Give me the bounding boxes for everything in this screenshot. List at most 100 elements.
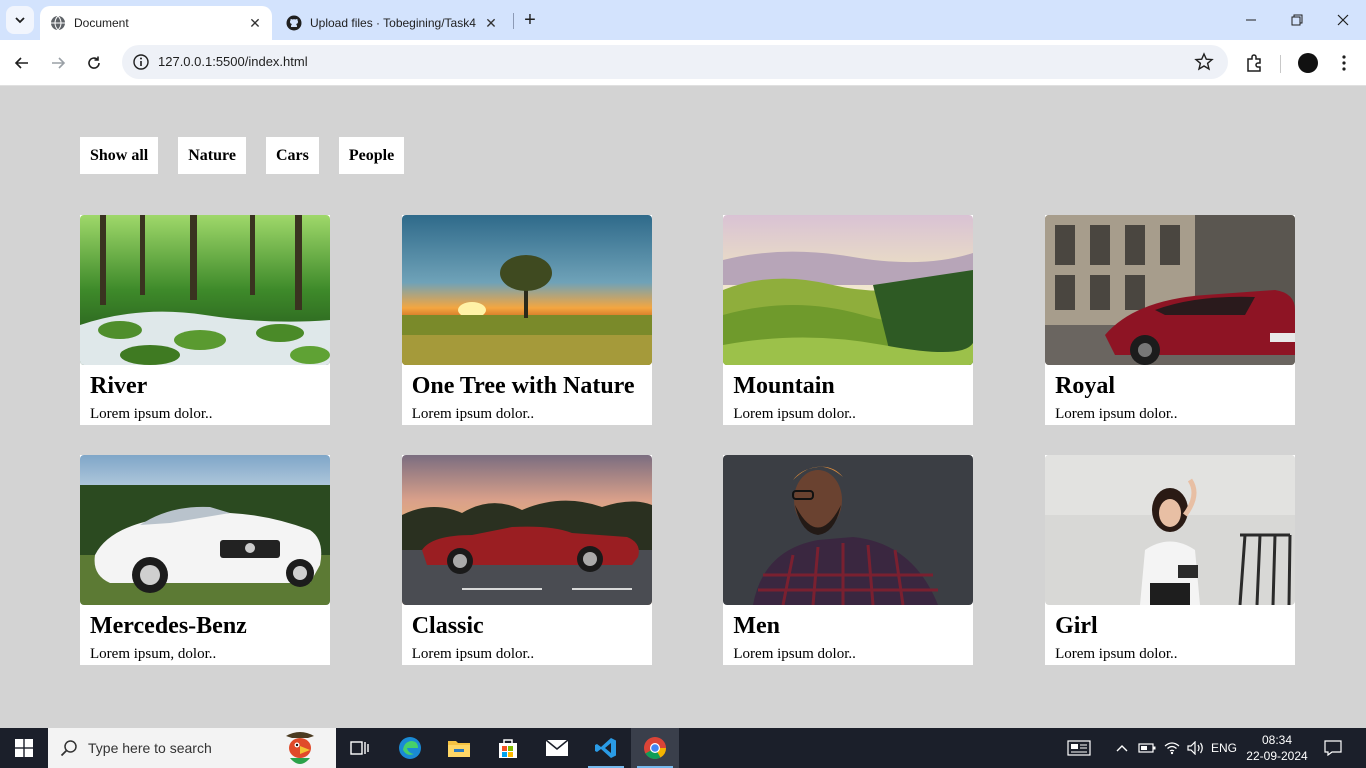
avatar-icon xyxy=(1298,53,1318,73)
news-widget-button[interactable] xyxy=(1062,728,1096,768)
github-icon xyxy=(286,15,302,31)
forward-button[interactable] xyxy=(44,49,72,77)
notification-icon xyxy=(1324,740,1342,756)
card-title: Mercedes-Benz xyxy=(90,613,247,639)
gallery-card[interactable]: Mountain Lorem ipsum dolor.. xyxy=(723,215,974,425)
tab-document[interactable]: Document ✕ xyxy=(40,6,272,40)
speaker-icon xyxy=(1187,741,1203,755)
chrome-app[interactable] xyxy=(631,728,679,768)
close-icon[interactable]: ✕ xyxy=(482,14,500,32)
red-sports-car-image xyxy=(1045,215,1296,365)
vscode-icon xyxy=(595,738,616,758)
edge-app[interactable] xyxy=(386,728,434,768)
network-status[interactable] xyxy=(1161,728,1183,768)
gallery-card[interactable]: Girl Lorem ipsum dolor.. xyxy=(1045,455,1296,665)
gallery-card[interactable]: One Tree with Nature Lorem ipsum dolor.. xyxy=(401,215,652,425)
red-classic-car-image xyxy=(401,455,652,605)
filter-bar: Show all Nature Cars People xyxy=(80,137,405,174)
close-window-button[interactable] xyxy=(1320,0,1366,40)
page-content: Show all Nature Cars People River Lorem … xyxy=(0,87,1366,728)
microsoft-store-app[interactable] xyxy=(484,728,532,768)
clock-date: 22-09-2024 xyxy=(1246,749,1308,763)
back-button[interactable] xyxy=(8,49,36,77)
card-title: Classic xyxy=(411,613,484,639)
task-view-button[interactable] xyxy=(336,728,384,768)
filter-show-all-button[interactable]: Show all xyxy=(80,137,159,174)
chevron-down-icon xyxy=(15,17,25,24)
globe-icon xyxy=(50,15,66,31)
clock-time: 08:34 xyxy=(1261,733,1293,747)
forest-river-image xyxy=(80,215,330,365)
volume-control[interactable] xyxy=(1185,728,1207,768)
show-hidden-icons-button[interactable] xyxy=(1112,728,1132,768)
card-description: Lorem ipsum dolor.. xyxy=(1055,646,1178,662)
search-icon xyxy=(60,740,77,757)
reload-button[interactable] xyxy=(80,49,108,77)
address-bar[interactable]: 127.0.0.1:5500/index.html xyxy=(122,45,1228,79)
card-description: Lorem ipsum dolor.. xyxy=(90,406,213,422)
system-clock[interactable]: 08:34 22-09-2024 xyxy=(1246,732,1308,764)
url-text: 127.0.0.1:5500/index.html xyxy=(158,54,308,69)
tab-search-button[interactable] xyxy=(6,6,34,34)
chrome-menu-button[interactable] xyxy=(1332,51,1356,75)
windows-icon xyxy=(15,739,33,757)
profile-avatar[interactable] xyxy=(1296,51,1320,75)
chrome-icon xyxy=(644,737,666,759)
filter-nature-button[interactable]: Nature xyxy=(178,137,246,174)
language-indicator[interactable]: ENG xyxy=(1210,728,1238,768)
parrot-icon xyxy=(286,732,314,764)
card-title: Royal xyxy=(1055,373,1116,399)
sunset-tree-image xyxy=(401,215,652,365)
minimize-button[interactable] xyxy=(1228,0,1274,40)
filter-cars-button[interactable]: Cars xyxy=(265,137,319,174)
task-view-icon xyxy=(350,741,369,755)
browser-toolbar: 127.0.0.1:5500/index.html xyxy=(0,40,1366,86)
news-icon xyxy=(1067,740,1091,756)
tab-separator xyxy=(513,13,514,29)
card-description: Lorem ipsum dolor.. xyxy=(733,406,856,422)
close-icon xyxy=(1337,14,1349,26)
extensions-button[interactable] xyxy=(1242,51,1266,75)
reload-icon xyxy=(88,56,100,69)
toolbar-divider xyxy=(1280,55,1281,73)
smiling-woman-image xyxy=(1045,455,1296,605)
filter-people-button[interactable]: People xyxy=(338,137,405,174)
site-info-icon[interactable] xyxy=(132,53,150,71)
new-tab-button[interactable]: + xyxy=(518,8,542,32)
taskbar: Type here to search ENG 08:34 22-09-2024 xyxy=(0,728,1366,768)
card-title: River xyxy=(90,373,148,399)
gallery-card[interactable]: Classic Lorem ipsum dolor.. xyxy=(401,455,652,665)
gallery-card[interactable]: Royal Lorem ipsum dolor.. xyxy=(1045,215,1296,425)
card-title: Mountain xyxy=(733,373,835,399)
gallery-card[interactable]: River Lorem ipsum dolor.. xyxy=(80,215,330,425)
chevron-up-icon xyxy=(1116,745,1128,752)
tab-title: Document xyxy=(74,16,129,30)
battery-status[interactable] xyxy=(1136,728,1158,768)
start-button[interactable] xyxy=(0,728,48,768)
gallery-card[interactable]: Men Lorem ipsum dolor.. xyxy=(723,455,974,665)
edge-icon xyxy=(399,737,421,759)
vscode-app[interactable] xyxy=(582,728,630,768)
mail-app[interactable] xyxy=(533,728,581,768)
arrow-left-icon xyxy=(14,57,28,69)
file-explorer-app[interactable] xyxy=(435,728,483,768)
tab-upload-files[interactable]: Upload files · Tobegining/Task4 ✕ xyxy=(276,6,508,40)
card-description: Lorem ipsum dolor.. xyxy=(733,646,856,662)
restore-button[interactable] xyxy=(1274,0,1320,40)
card-description: Lorem ipsum dolor.. xyxy=(411,406,535,422)
bookmark-star-icon[interactable] xyxy=(1194,52,1214,72)
card-title: Girl xyxy=(1055,613,1098,639)
mail-icon xyxy=(545,739,569,756)
gallery-card[interactable]: Mercedes-Benz Lorem ipsum, dolor.. xyxy=(80,455,330,665)
taskbar-search-box[interactable]: Type here to search xyxy=(48,728,336,768)
white-convertible-image xyxy=(80,455,330,605)
card-title: One Tree with Nature xyxy=(411,373,635,399)
search-placeholder: Type here to search xyxy=(88,740,212,756)
notifications-button[interactable] xyxy=(1318,728,1348,768)
store-icon xyxy=(499,739,517,758)
wifi-icon xyxy=(1164,742,1180,755)
bearded-man-image xyxy=(723,455,974,605)
gallery-grid: River Lorem ipsum dolor.. One Tree with … xyxy=(80,215,1296,665)
close-icon[interactable]: ✕ xyxy=(246,14,264,32)
restore-icon xyxy=(1291,14,1303,26)
